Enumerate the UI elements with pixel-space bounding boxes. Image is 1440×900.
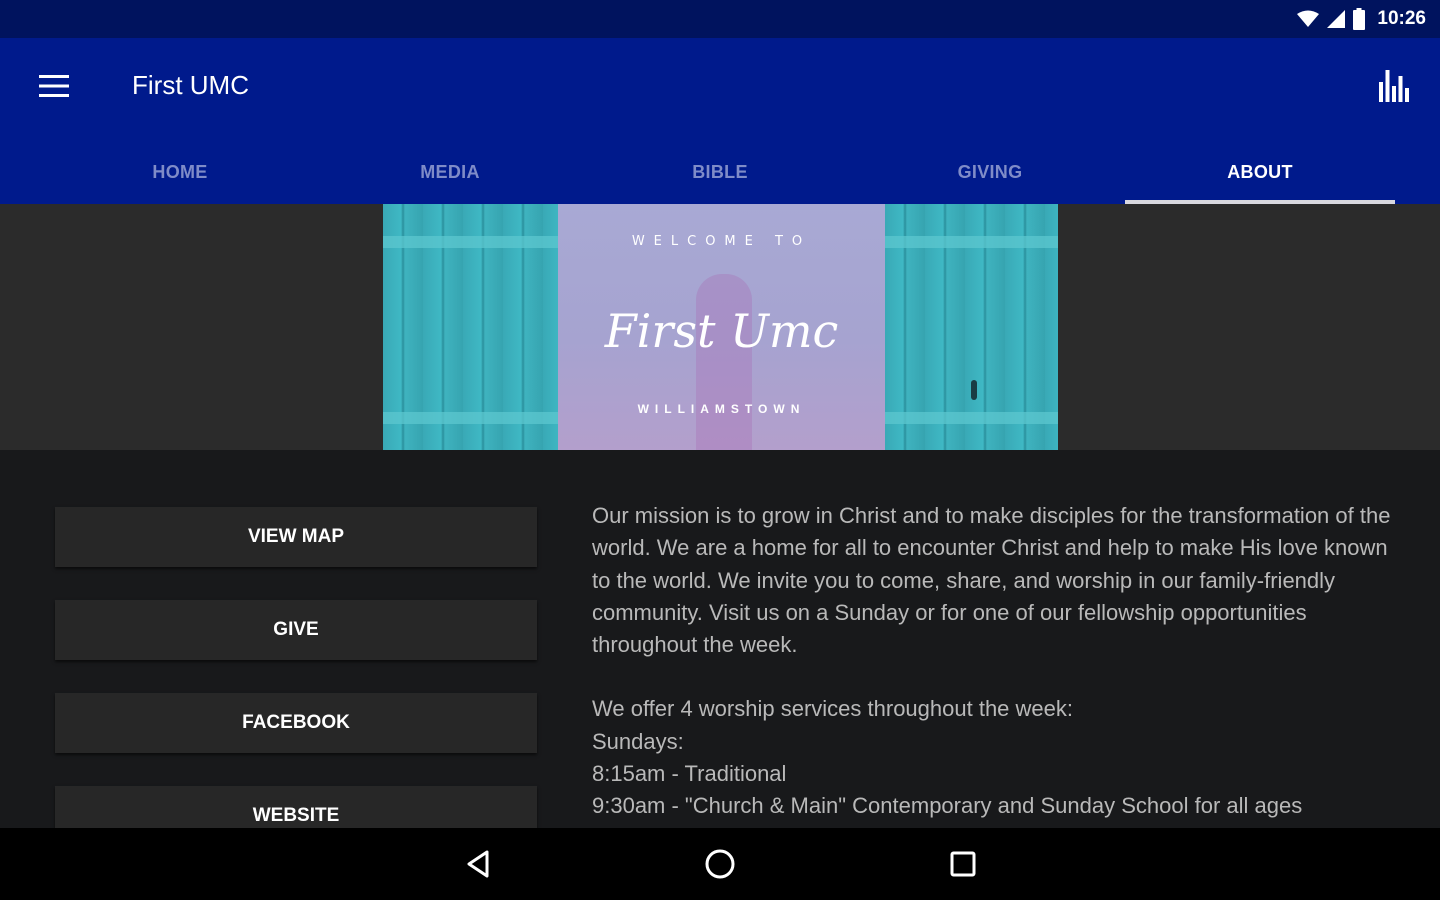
banner-door-left [383, 204, 558, 450]
wifi-icon [1297, 10, 1320, 27]
tab-media[interactable]: MEDIA [315, 140, 585, 204]
keyhole-icon [971, 380, 977, 400]
about-content: VIEW MAP GIVE FACEBOOK WEBSITE Our missi… [0, 450, 1440, 828]
service-item: 9:30am - "Church & Main" Contemporary an… [592, 793, 1303, 819]
view-map-button[interactable]: VIEW MAP [55, 507, 537, 567]
tab-giving[interactable]: GIVING [855, 140, 1125, 204]
church-banner-image: WELCOME TO First Umc WILLIAMSTOWN [383, 204, 1058, 450]
status-bar: 10:26 [0, 0, 1440, 38]
bar-chart-icon [1379, 70, 1409, 102]
recents-icon [950, 851, 976, 877]
about-description: Our mission is to grow in Christ and to … [592, 500, 1412, 823]
home-circle-icon [705, 849, 735, 879]
recents-button[interactable] [933, 842, 993, 886]
tab-bar: HOME MEDIA BIBLE GIVING ABOUT [45, 140, 1395, 204]
give-button[interactable]: GIVE [55, 600, 537, 660]
website-button[interactable]: WEBSITE [55, 786, 537, 828]
mission-statement: Our mission is to grow in Christ and to … [592, 503, 1391, 658]
tab-bible[interactable]: BIBLE [585, 140, 855, 204]
system-nav-bar [0, 828, 1440, 900]
sundays-label: Sundays: [592, 728, 684, 754]
facebook-button[interactable]: FACEBOOK [55, 693, 537, 753]
battery-icon [1353, 8, 1366, 30]
menu-icon [39, 75, 69, 97]
back-icon [467, 850, 489, 878]
action-buttons: VIEW MAP GIVE FACEBOOK WEBSITE [55, 507, 537, 828]
services-intro: We offer 4 worship services throughout t… [592, 696, 1073, 722]
stats-button[interactable] [1368, 62, 1420, 110]
status-time: 10:26 [1377, 8, 1426, 29]
steeple-silhouette [696, 274, 752, 450]
tab-about[interactable]: ABOUT [1125, 140, 1395, 204]
banner-welcome-text: WELCOME TO [631, 234, 812, 249]
banner-door-right [885, 204, 1058, 450]
tab-home[interactable]: HOME [45, 140, 315, 204]
app-title: First UMC [132, 70, 249, 100]
home-button[interactable] [690, 842, 750, 886]
app-bar: First UMC HOME MEDIA BIBLE GIVING ABOUT [0, 38, 1440, 204]
banner-town: WILLIAMSTOWN [637, 402, 806, 416]
service-item: 8:15am - Traditional [592, 761, 787, 787]
back-button[interactable] [448, 842, 508, 886]
banner-church-name: First Umc [604, 304, 839, 358]
menu-button[interactable] [26, 58, 82, 114]
banner-center-panel: WELCOME TO First Umc WILLIAMSTOWN [558, 204, 885, 450]
signal-icon [1327, 10, 1346, 28]
